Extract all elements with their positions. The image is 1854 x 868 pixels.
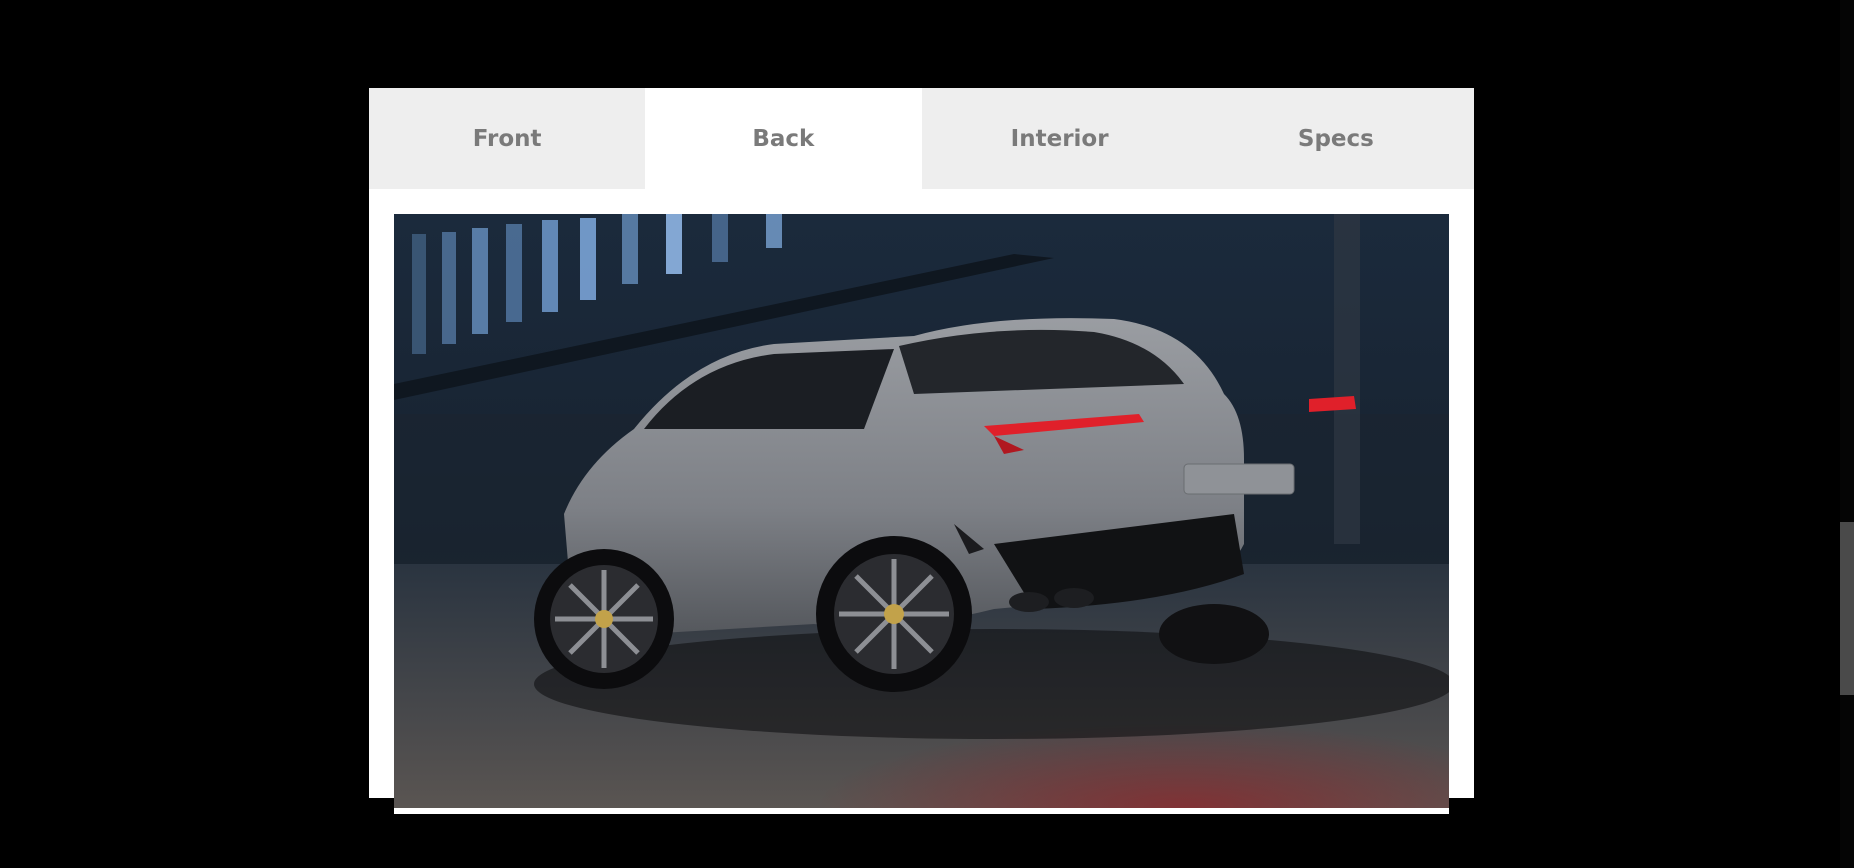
tab-bar: Front Back Interior Specs <box>369 88 1474 189</box>
car-image <box>394 214 1449 814</box>
car-rear-illustration <box>394 214 1449 808</box>
scrollbar-thumb[interactable] <box>1840 522 1854 695</box>
page: Front Back Interior Specs <box>0 0 1854 868</box>
gallery-card: Front Back Interior Specs <box>369 88 1474 814</box>
tab-specs[interactable]: Specs <box>1197 88 1474 189</box>
page-scrollbar[interactable] <box>1840 0 1854 868</box>
tab-front[interactable]: Front <box>369 88 646 189</box>
tab-back[interactable]: Back <box>645 88 922 189</box>
tab-interior[interactable]: Interior <box>921 88 1198 189</box>
